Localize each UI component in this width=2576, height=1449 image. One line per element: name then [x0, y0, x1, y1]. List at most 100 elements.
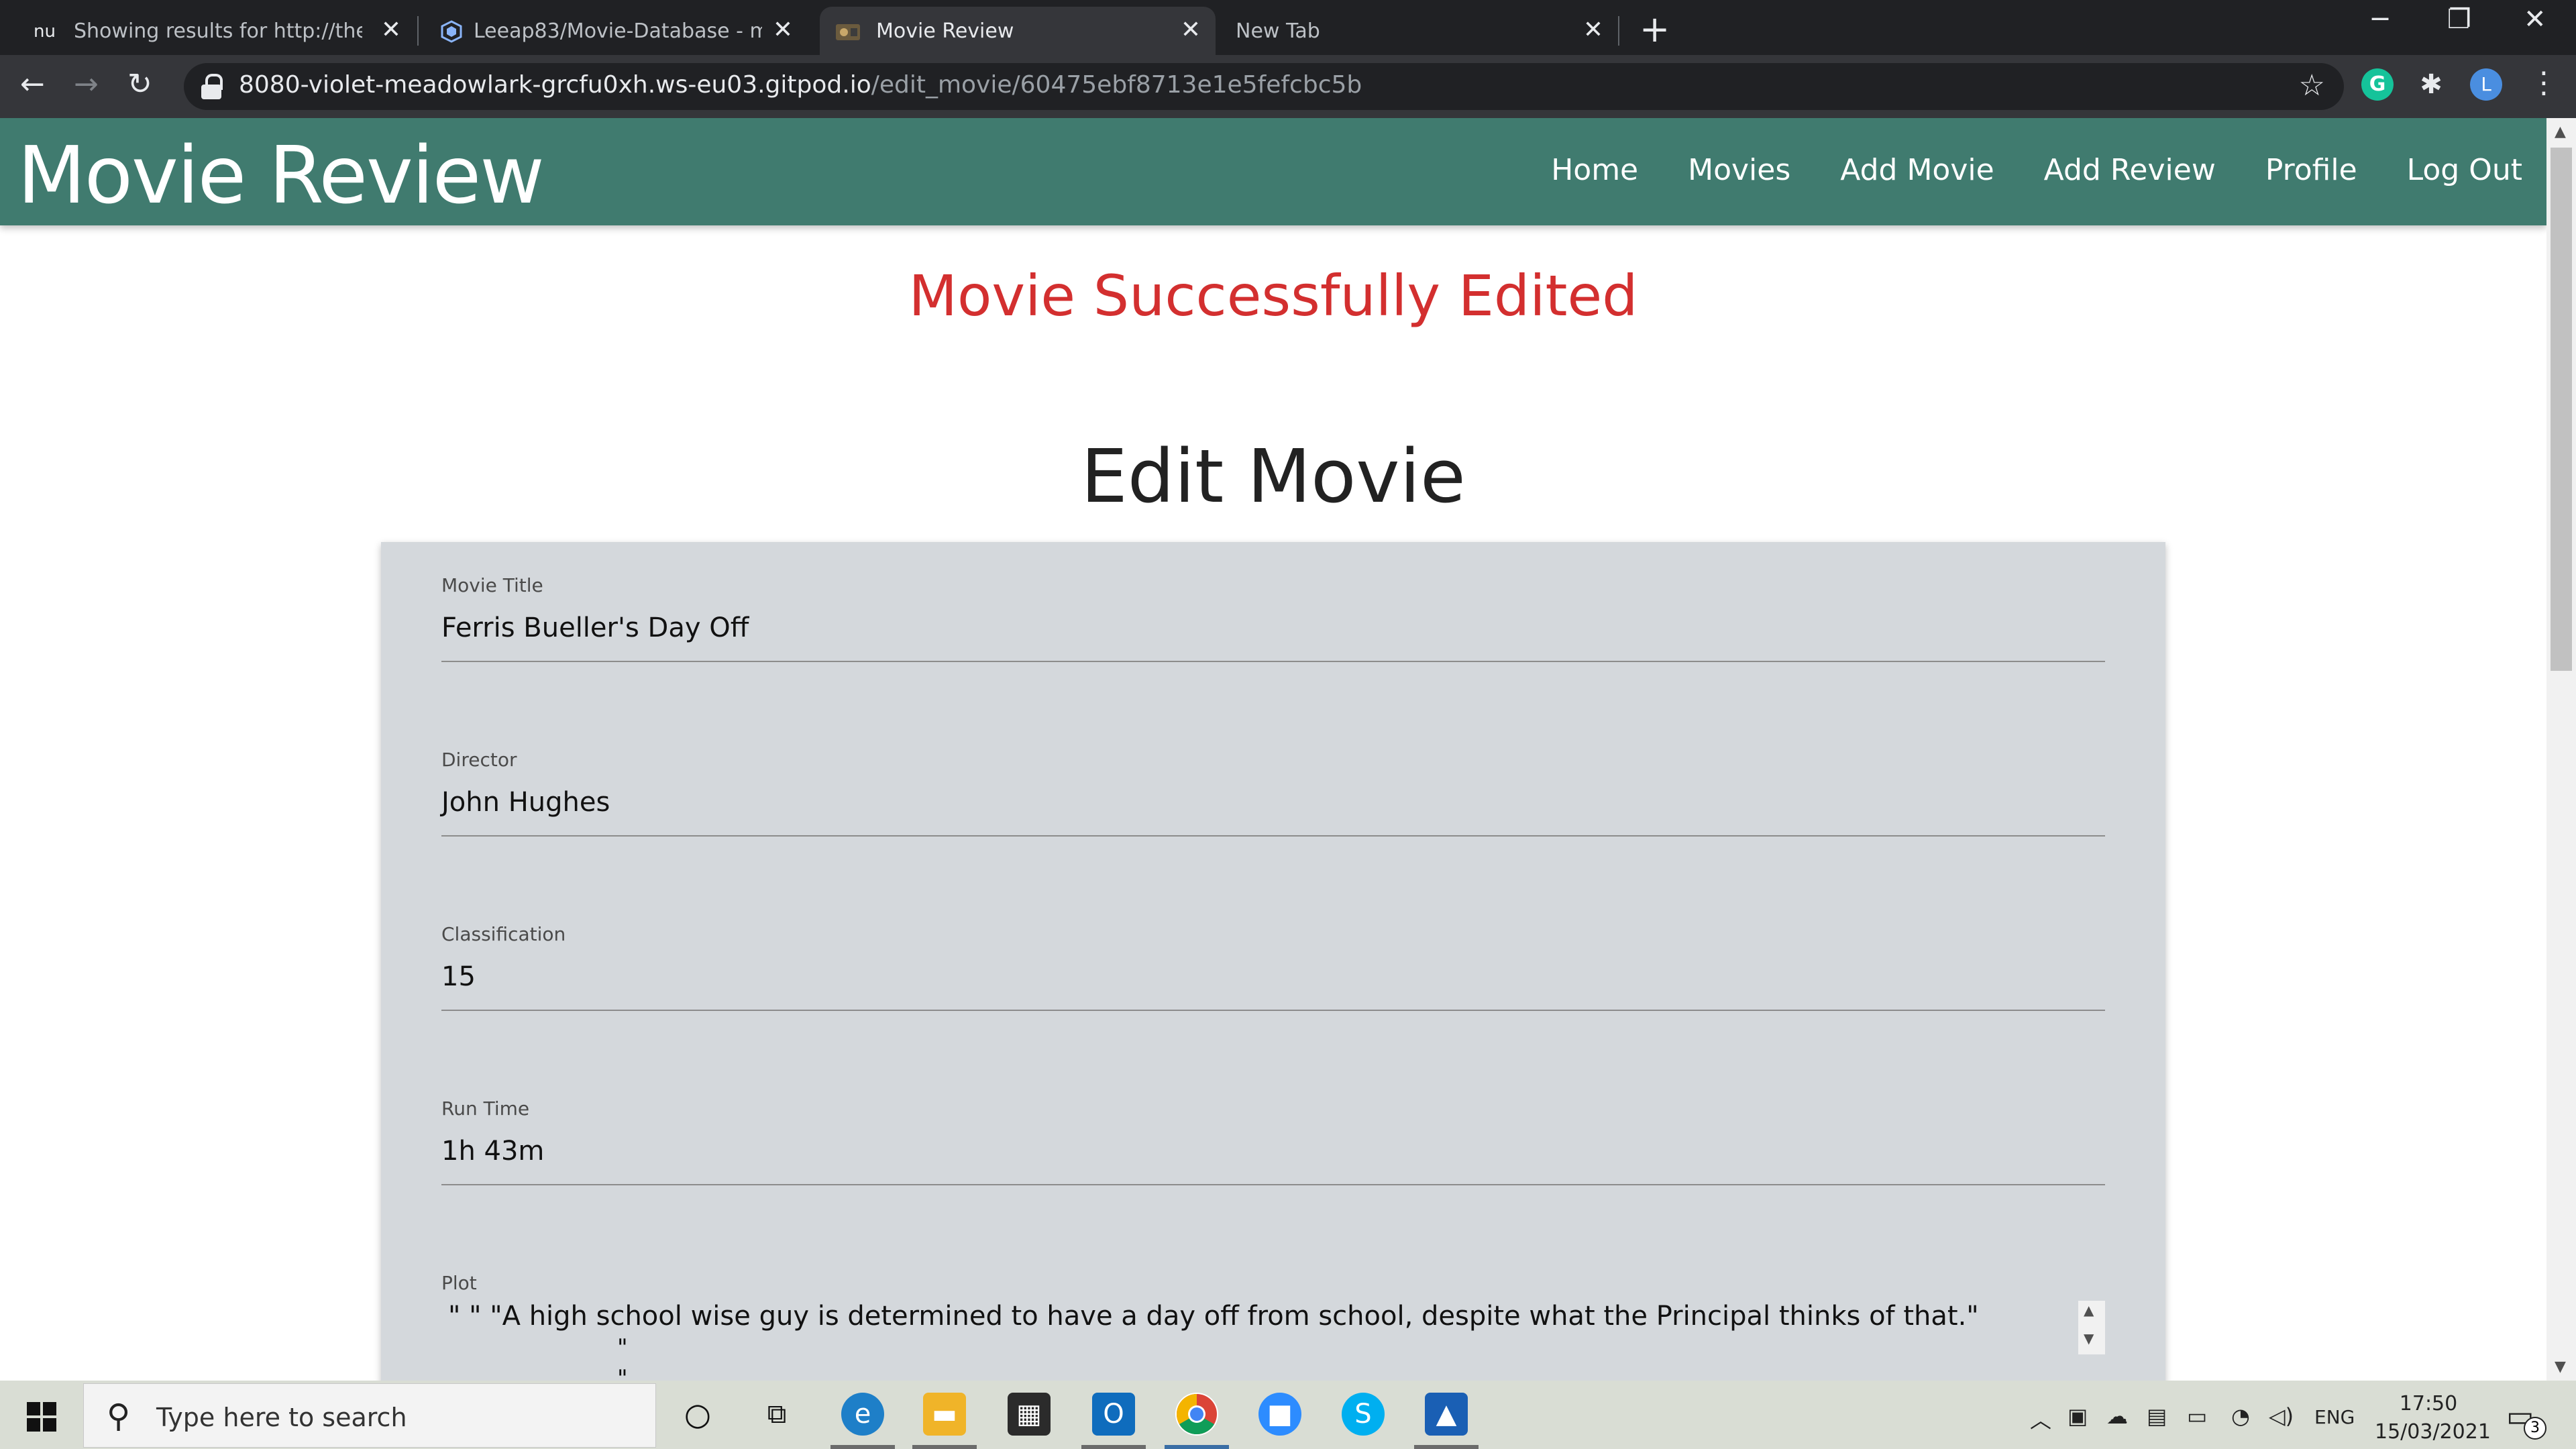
plot-text-line: " " "A high school wise guy is determine… — [448, 1301, 1979, 1332]
reload-icon[interactable]: ↻ — [127, 67, 152, 101]
notification-count-badge: 3 — [2524, 1417, 2546, 1440]
scroll-down-icon[interactable]: ▼ — [2084, 1330, 2094, 1346]
nav-add-movie[interactable]: Add Movie — [1840, 153, 1994, 187]
field-label: Director — [441, 749, 517, 771]
wifi-icon[interactable]: ◔ — [2231, 1403, 2250, 1429]
field-label: Plot — [441, 1272, 477, 1294]
flash-message: Movie Successfully Edited — [908, 263, 1638, 329]
scroll-down-icon[interactable]: ▼ — [2555, 1358, 2566, 1375]
photos-icon[interactable]: ▲ — [1425, 1393, 1468, 1436]
tab-title: Showing results for http://the-sn — [74, 19, 362, 43]
back-arrow-icon[interactable]: ← — [20, 67, 45, 101]
edge-browser-icon[interactable]: e — [841, 1393, 884, 1436]
nav-movies[interactable]: Movies — [1688, 153, 1790, 187]
device-icon[interactable]: ▤ — [2147, 1403, 2167, 1429]
movie-title-input[interactable]: Ferris Bueller's Day Off — [441, 612, 2105, 662]
nav-home[interactable]: Home — [1551, 153, 1638, 187]
nav-log-out[interactable]: Log Out — [2407, 153, 2522, 187]
close-icon[interactable]: ✕ — [773, 16, 793, 44]
tab-new-tab[interactable]: New Tab ✕ — [1216, 7, 1618, 55]
onedrive-icon[interactable]: ☁ — [2106, 1403, 2128, 1429]
address-bar[interactable]: 8080-violet-meadowlark-grcfu0xh.ws-eu03.… — [184, 63, 2344, 110]
run-time-input[interactable]: 1h 43m — [441, 1136, 2105, 1185]
field-label: Movie Title — [441, 574, 543, 596]
url-host: 8080-violet-meadowlark-grcfu0xh.ws-eu03.… — [239, 71, 871, 99]
zoom-icon[interactable]: ■ — [1258, 1393, 1301, 1436]
page-scrollbar[interactable]: ▲ ▼ — [2546, 118, 2576, 1381]
field-label: Classification — [441, 923, 566, 945]
browser-menu-icon[interactable]: ⋮ — [2529, 66, 2559, 100]
chrome-icon[interactable] — [1175, 1393, 1218, 1436]
tab-movie-review[interactable]: Movie Review ✕ — [820, 7, 1216, 55]
browser-tab-strip: nu Showing results for http://the-sn ✕ L… — [0, 0, 2576, 55]
search-placeholder: Type here to search — [156, 1403, 407, 1432]
skype-icon[interactable]: S — [1342, 1393, 1385, 1436]
restore-icon[interactable]: ❐ — [2447, 4, 2471, 35]
new-tab-button[interactable]: + — [1640, 8, 1670, 50]
scroll-up-icon[interactable]: ▲ — [2084, 1302, 2094, 1318]
textarea-scrollbar[interactable]: ▲ ▼ — [2078, 1301, 2105, 1354]
scrollbar-thumb[interactable] — [2551, 148, 2572, 671]
url-text[interactable]: 8080-violet-meadowlark-grcfu0xh.ws-eu03.… — [239, 71, 1362, 99]
plot-text-line: " — [617, 1334, 628, 1361]
show-hidden-icons-icon[interactable]: ︿ — [2030, 1403, 2051, 1434]
scroll-up-icon[interactable]: ▲ — [2555, 123, 2566, 140]
running-indicator — [830, 1445, 895, 1449]
clock-date: 15/03/2021 — [2375, 1420, 2491, 1444]
windows-start-icon[interactable] — [27, 1402, 56, 1432]
tab-title: Leeap83/Movie-Database - mast — [474, 19, 762, 43]
window-close-icon[interactable]: ✕ — [2524, 4, 2546, 35]
file-explorer-icon[interactable]: ▬ — [923, 1393, 966, 1436]
github-hex-icon — [440, 20, 463, 43]
close-icon[interactable]: ✕ — [381, 16, 401, 44]
tab-title: New Tab — [1236, 19, 1320, 43]
classification-input[interactable]: 15 — [441, 961, 2105, 1011]
volume-icon[interactable]: ◁) — [2269, 1403, 2294, 1429]
language-indicator[interactable]: ENG — [2314, 1406, 2355, 1428]
site-menu: Home Movies Add Movie Add Review Profile… — [1551, 153, 2546, 187]
browser-toolbar: ← → ↻ 8080-violet-meadowlark-grcfu0xh.ws… — [0, 55, 2576, 118]
director-field: Director John Hughes — [441, 749, 2105, 837]
nu-favicon-icon: nu — [34, 21, 56, 42]
film-icon — [835, 20, 860, 43]
minimize-icon[interactable]: ─ — [2372, 4, 2388, 35]
close-icon[interactable]: ✕ — [1583, 16, 1603, 44]
nav-add-review[interactable]: Add Review — [2044, 153, 2216, 187]
director-input[interactable]: John Hughes — [441, 787, 2105, 837]
tab-search-results[interactable]: nu Showing results for http://the-sn ✕ — [0, 7, 416, 55]
running-indicator — [1414, 1445, 1479, 1449]
cortana-icon[interactable]: ○ — [676, 1393, 719, 1436]
classification-field: Classification 15 — [441, 923, 2105, 1011]
lock-icon — [201, 74, 223, 99]
taskbar-search-box[interactable]: ⚲ Type here to search — [83, 1383, 656, 1448]
forward-arrow-icon[interactable]: → — [74, 67, 99, 101]
task-view-icon[interactable]: ⧉ — [755, 1393, 798, 1436]
site-brand[interactable]: Movie Review — [17, 129, 545, 221]
running-indicator — [1081, 1445, 1146, 1449]
extensions-puzzle-icon[interactable]: ✱ — [2415, 68, 2447, 101]
battery-icon[interactable]: ▭ — [2187, 1403, 2207, 1429]
profile-avatar[interactable]: L — [2470, 68, 2502, 101]
nav-profile[interactable]: Profile — [2265, 153, 2357, 187]
meet-now-icon[interactable]: ▣ — [2068, 1403, 2088, 1429]
outlook-icon[interactable]: O — [1092, 1393, 1135, 1436]
active-indicator — [1165, 1445, 1229, 1449]
movie-title-field: Movie Title Ferris Bueller's Day Off — [441, 574, 2105, 662]
tab-separator — [1618, 16, 1619, 46]
tab-title: Movie Review — [876, 19, 1014, 43]
field-label: Run Time — [441, 1097, 530, 1120]
clock-time: 17:50 — [2399, 1392, 2458, 1415]
store-icon[interactable]: ▦ — [1008, 1393, 1051, 1436]
plot-textarea[interactable]: " " "A high school wise guy is determine… — [441, 1301, 2105, 1381]
plot-field: Plot " " "A high school wise guy is dete… — [441, 1272, 2105, 1381]
bookmark-star-icon[interactable]: ☆ — [2299, 68, 2325, 103]
url-path: /edit_movie/60475ebf8713e1e5fefcbc5b — [871, 71, 1362, 99]
taskbar-clock[interactable]: 17:50 15/03/2021 — [2375, 1390, 2491, 1446]
page-title: Edit Movie — [1081, 433, 1466, 519]
tab-github[interactable]: Leeap83/Movie-Database - mast ✕ — [419, 7, 808, 55]
close-icon[interactable]: ✕ — [1181, 16, 1201, 44]
running-indicator — [912, 1445, 977, 1449]
run-time-field: Run Time 1h 43m — [441, 1097, 2105, 1185]
grammarly-extension-icon[interactable]: G — [2361, 68, 2394, 101]
search-icon: ⚲ — [107, 1397, 131, 1435]
